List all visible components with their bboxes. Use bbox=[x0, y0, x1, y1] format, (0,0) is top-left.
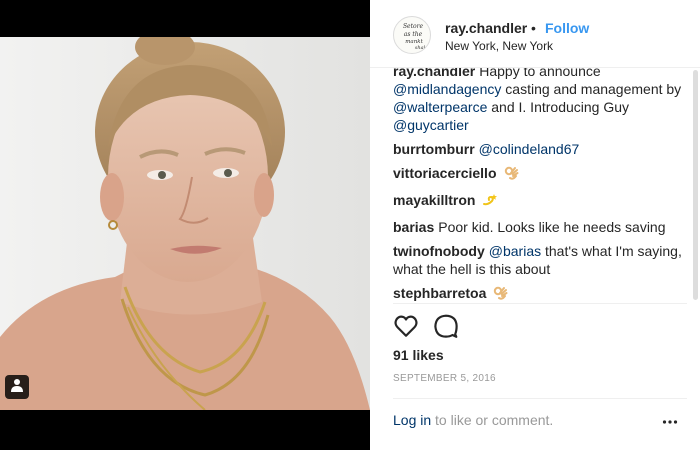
post-photo[interactable] bbox=[0, 37, 370, 410]
divider bbox=[393, 303, 687, 304]
comment-username[interactable]: barias bbox=[393, 219, 434, 235]
comment-text: and I. Introducing Guy bbox=[487, 99, 630, 115]
comments-scrollbar[interactable] bbox=[693, 70, 698, 300]
divider bbox=[393, 398, 687, 399]
comment-username[interactable]: ray.chandler bbox=[393, 68, 475, 79]
photo-pane bbox=[0, 0, 370, 450]
svg-text:as the: as the bbox=[404, 31, 423, 38]
comment-username[interactable]: twinofnobody bbox=[393, 243, 485, 259]
post-author-username[interactable]: ray.chandler bbox=[445, 20, 527, 36]
login-prompt: Log in to like or comment. bbox=[393, 412, 553, 428]
post-date: SEPTEMBER 5, 2016 bbox=[393, 373, 496, 384]
more-options-icon[interactable] bbox=[662, 414, 678, 430]
comment: stephbarretoa bbox=[393, 284, 683, 302]
comment-username[interactable]: burrtomburr bbox=[393, 141, 475, 157]
follow-button[interactable]: Follow bbox=[545, 20, 589, 36]
likes-count[interactable]: 91 likes bbox=[393, 347, 444, 363]
separator-dot: • bbox=[531, 20, 536, 36]
mention-link[interactable]: @barias bbox=[489, 243, 541, 259]
comment: burrtomburr @colindeland67 bbox=[393, 140, 683, 158]
comments-list[interactable]: ray.chandler Happy to announce @midlandag… bbox=[393, 68, 683, 302]
dizzy-emoji bbox=[482, 192, 498, 212]
post-header: Setore as the mankt shal ray.chandler • … bbox=[370, 0, 700, 68]
svg-text:shal: shal bbox=[415, 45, 426, 51]
comment-bubble-icon[interactable] bbox=[433, 313, 459, 344]
login-link[interactable]: Log in bbox=[393, 412, 431, 428]
comment: mayakilltron bbox=[393, 191, 683, 212]
mention-link[interactable]: @colindeland67 bbox=[479, 141, 580, 157]
comment-text: Happy to announce bbox=[479, 68, 601, 79]
login-prompt-text: to like or comment. bbox=[431, 412, 554, 428]
comment-username[interactable]: mayakilltron bbox=[393, 192, 475, 208]
comment-username[interactable]: vittoriacerciello bbox=[393, 165, 497, 181]
user-tag-button[interactable] bbox=[5, 375, 29, 399]
mention-link[interactable]: @midlandagency bbox=[393, 81, 501, 97]
comment: barias Poor kid. Looks like he needs savi… bbox=[393, 218, 683, 236]
post-location[interactable]: New York, New York bbox=[445, 39, 553, 53]
svg-text:Setore: Setore bbox=[403, 23, 424, 30]
comment: ray.chandler Happy to announce @midlandag… bbox=[393, 68, 683, 134]
heart-outline-icon[interactable] bbox=[393, 313, 419, 344]
user-icon bbox=[11, 378, 23, 397]
post-sidebar: Setore as the mankt shal ray.chandler • … bbox=[370, 0, 700, 450]
comment: twinofnobody @barias that's what I'm sayi… bbox=[393, 242, 683, 278]
mention-link[interactable]: @walterpearce bbox=[393, 99, 487, 115]
comment-username[interactable]: stephbarretoa bbox=[393, 285, 486, 301]
ok-hand-emoji bbox=[493, 285, 509, 302]
comment-text: Poor kid. Looks like he needs saving bbox=[438, 219, 666, 235]
comment: vittoriacerciello bbox=[393, 164, 683, 185]
mention-link[interactable]: @guycartier bbox=[393, 117, 469, 133]
avatar[interactable]: Setore as the mankt shal bbox=[393, 16, 431, 54]
ok-hand-emoji bbox=[504, 165, 520, 185]
comment-text: casting and management by bbox=[501, 81, 682, 97]
